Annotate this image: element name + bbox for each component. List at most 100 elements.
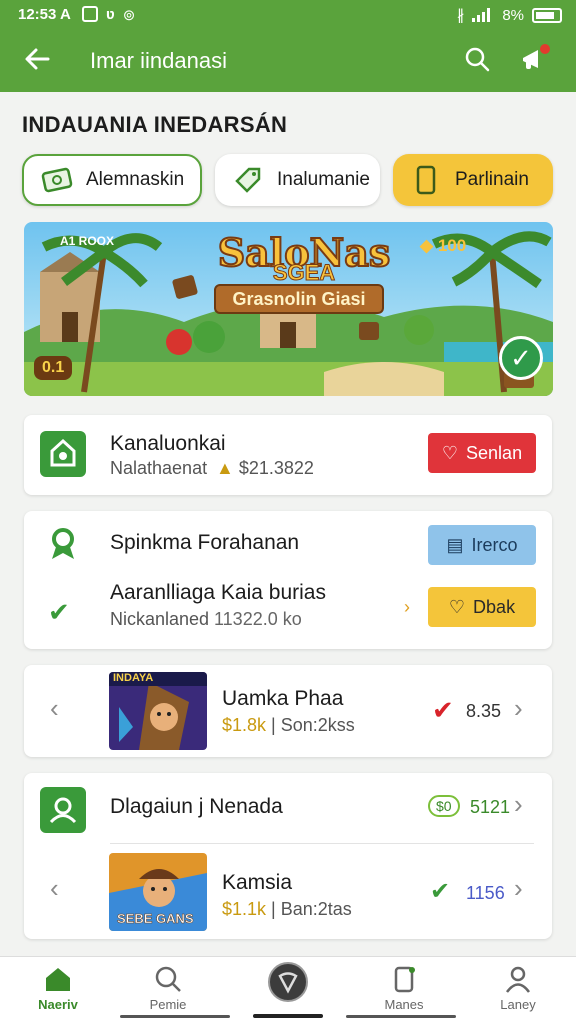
check-icon: ✔: [48, 597, 70, 627]
document-icon: ▤: [446, 534, 464, 555]
card-item-value: 1156: [466, 883, 505, 903]
card-subtitle: Nalathaenat: [110, 458, 208, 478]
section-title: INDAUANIA INEDARSÁN: [22, 112, 288, 137]
heart-icon: ♡: [441, 442, 459, 463]
warning-icon: ▲: [216, 458, 234, 478]
promo-banner[interactable]: A1 ROOX SaloNas SGEA Grasnolin Giasi ◆ 1…: [24, 222, 553, 396]
house-icon: [40, 431, 86, 477]
phone-icon: [416, 165, 436, 195]
card-title: Uamka Phaa: [222, 687, 344, 710]
gesture-bar-right: [346, 1015, 456, 1018]
home-indicator[interactable]: [253, 1014, 323, 1018]
card-spinkma: Spinkma Forahanan ▤ Irerco ✔ Aaranlliaga …: [24, 511, 552, 649]
card-row2-amount: 11322.0 ko: [214, 609, 302, 629]
button-label: Irerco: [471, 534, 518, 555]
check-icon: ✔: [430, 878, 451, 905]
banner-small-text: A1 ROOX: [60, 234, 115, 248]
card-header-title: Dlagaiun j Nenada: [110, 795, 283, 818]
ribbon-icon: [48, 527, 78, 566]
chevron-right-icon[interactable]: ›: [514, 789, 523, 820]
card-title: Kanaluonkai: [110, 432, 226, 455]
banner-coins: ◆ 100: [420, 236, 466, 256]
search-icon: [155, 966, 181, 992]
nav-label: Naeriv: [38, 997, 78, 1012]
card-row2-subtitle: Nickanlaned: [110, 609, 210, 629]
card-subtitle: Son:2kss: [280, 715, 355, 735]
battery-icon: [532, 7, 562, 23]
search-icon[interactable]: [464, 46, 490, 77]
nav-label: Manes: [384, 997, 424, 1012]
heart-icon: ♡: [448, 596, 466, 617]
card-item-price-value: $1.1k: [222, 899, 267, 919]
button-label: Senlan: [466, 442, 523, 463]
chevron-right-icon[interactable]: ›: [514, 873, 523, 904]
gesture-bar-left: [120, 1015, 230, 1018]
page-title: Imar iindanasi: [90, 48, 227, 73]
chevron-right-icon: ›: [404, 597, 410, 617]
header-badge: $0: [428, 795, 460, 817]
card-row2-title: Aaranlliaga Kaia burias: [110, 581, 326, 604]
status-right: ∦ 8%: [457, 6, 562, 24]
gallery-icon: [82, 6, 98, 22]
thumb-label: SEBE GANS: [117, 911, 194, 927]
status-time: 12:53 A: [18, 6, 71, 23]
nav-label: Laney: [500, 997, 536, 1012]
card-uamka[interactable]: ‹ INDAYA Uamka Phaa $1.8k | Son:2kss ✔ 8…: [24, 665, 552, 757]
nav-item-profile[interactable]: Laney: [478, 965, 558, 1012]
nav-item-home[interactable]: Naeriv: [18, 965, 98, 1012]
status-notification-icons: ʋ ⊚: [82, 6, 135, 24]
arrow-left-icon[interactable]: [22, 44, 52, 80]
card-item-subtitle: Ban:2tas: [280, 899, 352, 919]
nav-item-manes[interactable]: Manes: [364, 965, 444, 1012]
banner-subtitle: SGEA: [272, 260, 336, 286]
banner-coins-value: 100: [437, 236, 467, 255]
card-price: $1.8k | Son:2kss: [222, 715, 355, 735]
chevron-left-icon[interactable]: ‹: [50, 873, 59, 904]
phone-icon: [394, 966, 415, 993]
megaphone-icon[interactable]: [520, 44, 550, 77]
check-icon: ✔: [432, 695, 454, 725]
game-thumbnail[interactable]: SEBE GANS: [109, 853, 207, 931]
notification-dot: [540, 44, 550, 54]
card-amount-value: $21.3822: [238, 458, 314, 478]
irerco-button[interactable]: ▤ Irerco: [428, 525, 536, 565]
card-item-price: $1.1k | Ban:2tas: [222, 899, 352, 919]
nav-label: Pemie: [149, 997, 187, 1012]
chip-parlinain[interactable]: Parlinain: [393, 154, 553, 206]
nav-item-search[interactable]: Pemie: [128, 965, 208, 1012]
money-icon: [41, 167, 73, 193]
card-kanaluonkai: Kanaluonkai Nalathaenat ▲ $21.3822 ♡ Senl…: [24, 415, 552, 495]
home-icon: [46, 968, 70, 991]
dbak-button[interactable]: ♡ Dbak: [428, 587, 536, 627]
chevron-left-icon[interactable]: ‹: [50, 693, 59, 724]
person-badge-icon: [40, 787, 86, 833]
signal-icon: [472, 8, 491, 22]
card-amount: ▲ $21.3822: [216, 458, 314, 479]
bluetooth-icon: ∦: [456, 7, 465, 24]
button-label: Dbak: [473, 596, 516, 617]
chip-label: Parlinain: [455, 169, 529, 190]
card-value: 8.35: [466, 701, 502, 721]
person-icon: [505, 966, 531, 993]
chevron-right-icon[interactable]: ›: [514, 693, 523, 724]
center-action-icon: [268, 962, 308, 1002]
card-dlagaiun: Dlagaiun j Nenada $0 5121 › ‹ SEBE GANS …: [24, 773, 552, 939]
battery-percent: 8%: [502, 6, 524, 24]
chip-alemnaskin[interactable]: Alemnaskin: [22, 154, 202, 206]
game-thumbnail[interactable]: INDAYA: [109, 672, 207, 750]
tag-icon: [235, 167, 261, 193]
card-row1-title: Spinkma Forahanan: [110, 531, 300, 554]
check-circle-icon[interactable]: ✓: [499, 336, 543, 380]
banner-badge: 0.1: [34, 356, 73, 380]
nav-item-center[interactable]: [248, 961, 328, 1007]
senlan-button[interactable]: ♡ Senlan: [428, 433, 536, 473]
nfc-icon: ʋ: [106, 6, 115, 23]
coin-icon: ◆: [420, 236, 434, 255]
chip-label: Inalumanie: [277, 169, 370, 190]
banner-plank: Grasnolin Giasi: [214, 284, 384, 314]
card-price-value: $1.8k: [222, 715, 267, 735]
status-bar: 12:53 A ʋ ⊚ ∦ 8%: [0, 0, 576, 30]
thumb-label: INDAYA: [113, 672, 154, 684]
app-bar: Imar iindanasi: [0, 30, 576, 92]
chip-inalumanie[interactable]: Inalumanie: [215, 154, 380, 206]
